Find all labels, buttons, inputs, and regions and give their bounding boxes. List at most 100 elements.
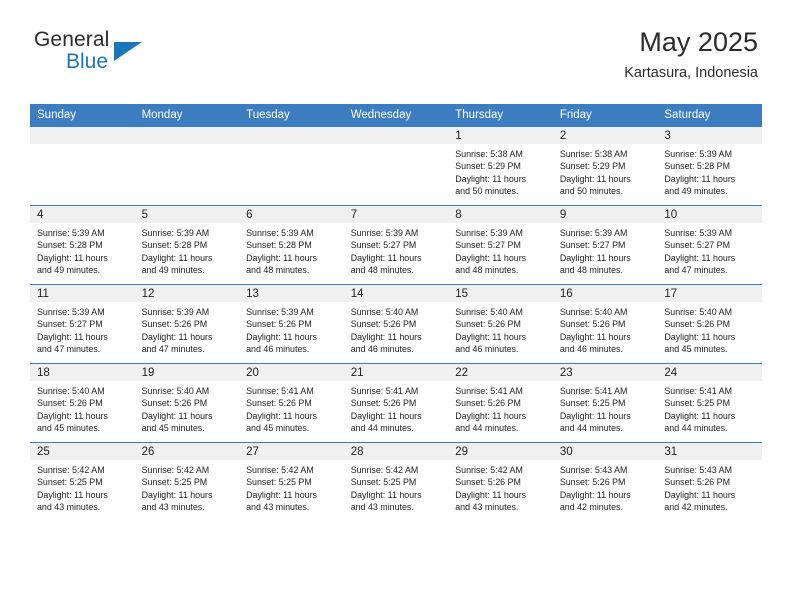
- calendar-day-cell[interactable]: 16 Sunrise: 5:40 AM Sunset: 5:26 PM Dayligh…: [552, 284, 658, 364]
- calendar-day-cell[interactable]: 4 Sunrise: 5:39 AM Sunset: 5:28 PM Daylight…: [30, 205, 135, 285]
- sunrise-text: Sunrise: 5:42 AM: [141, 465, 210, 475]
- sunset-text: Sunset: 5:25 PM: [37, 477, 103, 488]
- daylight-text-line1: Daylight: 11 hours: [37, 410, 108, 421]
- sunrise-text: Sunrise: 5:43 AM: [559, 465, 628, 475]
- calendar-week-row: 25 Sunrise: 5:42 AM Sunset: 5:25 PM Dayligh…: [30, 442, 762, 521]
- calendar-day-cell[interactable]: 20 Sunrise: 5:41 AM Sunset: 5:26 PM Dayligh…: [239, 363, 344, 443]
- sunrise-text: Sunrise: 5:41 AM: [246, 386, 314, 396]
- sunrise-text: Sunrise: 5:40 AM: [141, 386, 210, 396]
- day-number: 23: [552, 364, 658, 381]
- sunrise-text: Sunrise: 5:39 AM: [37, 228, 105, 238]
- sunset-text: Sunset: 5:29 PM: [455, 161, 521, 172]
- day-number: [343, 127, 449, 144]
- calendar-day-cell[interactable]: 11 Sunrise: 5:39 AM Sunset: 5:27 PM Dayligh…: [30, 284, 135, 364]
- sunrise-text: Sunrise: 5:40 AM: [37, 386, 105, 396]
- calendar-day-cell[interactable]: 31 Sunrise: 5:43 AM Sunset: 5:26 PM Dayligh…: [657, 442, 762, 521]
- calendar-day-cell[interactable]: 19 Sunrise: 5:40 AM Sunset: 5:26 PM Dayligh…: [134, 363, 240, 443]
- calendar-day-cell[interactable]: 6 Sunrise: 5:39 AM Sunset: 5:28 PM Daylight…: [239, 205, 344, 285]
- daylight-text-line2: and 46 minutes.: [246, 344, 310, 355]
- calendar-day-cell[interactable]: 7 Sunrise: 5:39 AM Sunset: 5:27 PM Daylight…: [343, 205, 449, 285]
- day-number: 12: [134, 285, 240, 302]
- calendar-day-cell[interactable]: 17 Sunrise: 5:40 AM Sunset: 5:26 PM Dayligh…: [657, 284, 762, 364]
- title-block: May 2025 Kartasura, Indonesia: [624, 27, 758, 82]
- calendar-day-cell[interactable]: 2 Sunrise: 5:38 AM Sunset: 5:29 PM Daylight…: [552, 126, 658, 206]
- day-details: Sunrise: 5:40 AM Sunset: 5:26 PM Daylight:…: [135, 381, 240, 434]
- calendar-day-cell[interactable]: 14 Sunrise: 5:40 AM Sunset: 5:26 PM Dayligh…: [343, 284, 449, 364]
- page-title: May 2025: [639, 27, 758, 57]
- sunset-text: Sunset: 5:26 PM: [455, 319, 521, 330]
- daylight-text-line1: Daylight: 11 hours: [246, 252, 317, 263]
- day-details: Sunrise: 5:40 AM Sunset: 5:26 PM Daylight:…: [30, 381, 135, 434]
- sunrise-text: Sunrise: 5:41 AM: [455, 386, 523, 396]
- sunrise-text: Sunrise: 5:42 AM: [350, 465, 419, 475]
- day-details: Sunrise: 5:39 AM Sunset: 5:26 PM Daylight:…: [239, 302, 344, 355]
- daylight-text-line2: and 45 minutes.: [37, 423, 101, 434]
- day-number: 26: [134, 443, 240, 460]
- sunset-text: Sunset: 5:25 PM: [664, 398, 730, 409]
- daylight-text-line1: Daylight: 11 hours: [37, 331, 108, 342]
- daylight-text-line2: and 49 minutes.: [141, 265, 205, 276]
- day-details: Sunrise: 5:41 AM Sunset: 5:25 PM Daylight:…: [553, 381, 658, 434]
- calendar-day-cell[interactable]: 10 Sunrise: 5:39 AM Sunset: 5:27 PM Dayligh…: [657, 205, 762, 285]
- calendar-day-cell[interactable]: 29 Sunrise: 5:42 AM Sunset: 5:26 PM Dayligh…: [448, 442, 553, 521]
- day-details: Sunrise: 5:40 AM Sunset: 5:26 PM Daylight:…: [553, 302, 658, 355]
- day-number: 17: [657, 285, 762, 302]
- page-subtitle: Kartasura, Indonesia: [624, 65, 758, 82]
- daylight-text-line1: Daylight: 11 hours: [455, 331, 527, 342]
- daylight-text-line2: and 44 minutes.: [559, 423, 623, 434]
- general-blue-logo[interactable]: General Blue: [34, 28, 154, 84]
- calendar-day-cell-empty: [134, 126, 240, 206]
- daylight-text-line1: Daylight: 11 hours: [246, 489, 317, 500]
- day-number: 5: [134, 206, 240, 223]
- calendar-day-cell[interactable]: 3 Sunrise: 5:39 AM Sunset: 5:28 PM Daylight…: [657, 126, 762, 206]
- calendar-day-cell[interactable]: 30 Sunrise: 5:43 AM Sunset: 5:26 PM Dayligh…: [552, 442, 658, 521]
- calendar-day-cell[interactable]: 25 Sunrise: 5:42 AM Sunset: 5:25 PM Dayligh…: [30, 442, 135, 521]
- day-number: 31: [657, 443, 762, 460]
- daylight-text-line1: Daylight: 11 hours: [664, 173, 736, 184]
- sunset-text: Sunset: 5:26 PM: [350, 398, 417, 409]
- calendar-day-cell[interactable]: 15 Sunrise: 5:40 AM Sunset: 5:26 PM Dayligh…: [448, 284, 553, 364]
- day-details: Sunrise: 5:39 AM Sunset: 5:28 PM Daylight:…: [657, 144, 762, 197]
- sunrise-text: Sunrise: 5:39 AM: [37, 307, 105, 317]
- calendar-day-cell[interactable]: 24 Sunrise: 5:41 AM Sunset: 5:25 PM Dayligh…: [657, 363, 762, 443]
- calendar-week-row: 11 Sunrise: 5:39 AM Sunset: 5:27 PM Dayligh…: [30, 284, 762, 364]
- day-number: 1: [448, 127, 553, 144]
- day-details: Sunrise: 5:43 AM Sunset: 5:26 PM Daylight:…: [657, 460, 762, 513]
- daylight-text-line2: and 48 minutes.: [559, 265, 623, 276]
- day-details: Sunrise: 5:43 AM Sunset: 5:26 PM Daylight:…: [553, 460, 658, 513]
- sunrise-text: Sunrise: 5:40 AM: [455, 307, 523, 317]
- calendar-day-cell[interactable]: 28 Sunrise: 5:42 AM Sunset: 5:25 PM Dayligh…: [343, 442, 449, 521]
- calendar-day-cell[interactable]: 1 Sunrise: 5:38 AM Sunset: 5:29 PM Daylight…: [448, 126, 553, 206]
- calendar-day-cell[interactable]: 5 Sunrise: 5:39 AM Sunset: 5:28 PM Daylight…: [134, 205, 240, 285]
- calendar-day-cell-empty: [30, 126, 135, 206]
- daylight-text-line1: Daylight: 11 hours: [246, 331, 317, 342]
- calendar-week-row: 18 Sunrise: 5:40 AM Sunset: 5:26 PM Dayligh…: [30, 363, 762, 443]
- day-details: Sunrise: 5:40 AM Sunset: 5:26 PM Daylight:…: [657, 302, 762, 355]
- calendar-day-cell[interactable]: 13 Sunrise: 5:39 AM Sunset: 5:26 PM Dayligh…: [239, 284, 344, 364]
- day-number: [239, 127, 344, 144]
- weekday-header-wednesday: Wednesday: [343, 104, 449, 127]
- calendar-day-cell[interactable]: 18 Sunrise: 5:40 AM Sunset: 5:26 PM Dayligh…: [30, 363, 135, 443]
- calendar-body: 1 Sunrise: 5:38 AM Sunset: 5:29 PM Daylight…: [30, 126, 762, 521]
- day-number: 21: [343, 364, 449, 381]
- calendar-day-cell[interactable]: 21 Sunrise: 5:41 AM Sunset: 5:26 PM Dayligh…: [343, 363, 449, 443]
- calendar-day-cell[interactable]: 27 Sunrise: 5:42 AM Sunset: 5:25 PM Dayligh…: [239, 442, 344, 521]
- day-number: 30: [552, 443, 658, 460]
- daylight-text-line2: and 48 minutes.: [455, 265, 519, 276]
- calendar-day-cell[interactable]: 12 Sunrise: 5:39 AM Sunset: 5:26 PM Dayligh…: [134, 284, 240, 364]
- calendar-day-cell[interactable]: 23 Sunrise: 5:41 AM Sunset: 5:25 PM Dayligh…: [552, 363, 658, 443]
- daylight-text-line1: Daylight: 11 hours: [559, 410, 631, 421]
- sunset-text: Sunset: 5:26 PM: [141, 319, 208, 330]
- daylight-text-line1: Daylight: 11 hours: [141, 489, 213, 500]
- day-details: Sunrise: 5:39 AM Sunset: 5:27 PM Daylight:…: [553, 223, 658, 276]
- day-details: Sunrise: 5:38 AM Sunset: 5:29 PM Daylight:…: [448, 144, 553, 197]
- page-header: General Blue May 2025 Kartasura, Indones…: [0, 0, 792, 100]
- day-details: Sunrise: 5:39 AM Sunset: 5:28 PM Daylight:…: [135, 223, 240, 276]
- daylight-text-line2: and 47 minutes.: [37, 344, 101, 355]
- day-number: 2: [552, 127, 658, 144]
- calendar-day-cell[interactable]: 8 Sunrise: 5:39 AM Sunset: 5:27 PM Daylight…: [448, 205, 553, 285]
- calendar-day-cell[interactable]: 9 Sunrise: 5:39 AM Sunset: 5:27 PM Daylight…: [552, 205, 658, 285]
- calendar-day-cell[interactable]: 22 Sunrise: 5:41 AM Sunset: 5:26 PM Dayligh…: [448, 363, 553, 443]
- sunrise-text: Sunrise: 5:39 AM: [664, 149, 732, 159]
- calendar-day-cell[interactable]: 26 Sunrise: 5:42 AM Sunset: 5:25 PM Dayligh…: [134, 442, 240, 521]
